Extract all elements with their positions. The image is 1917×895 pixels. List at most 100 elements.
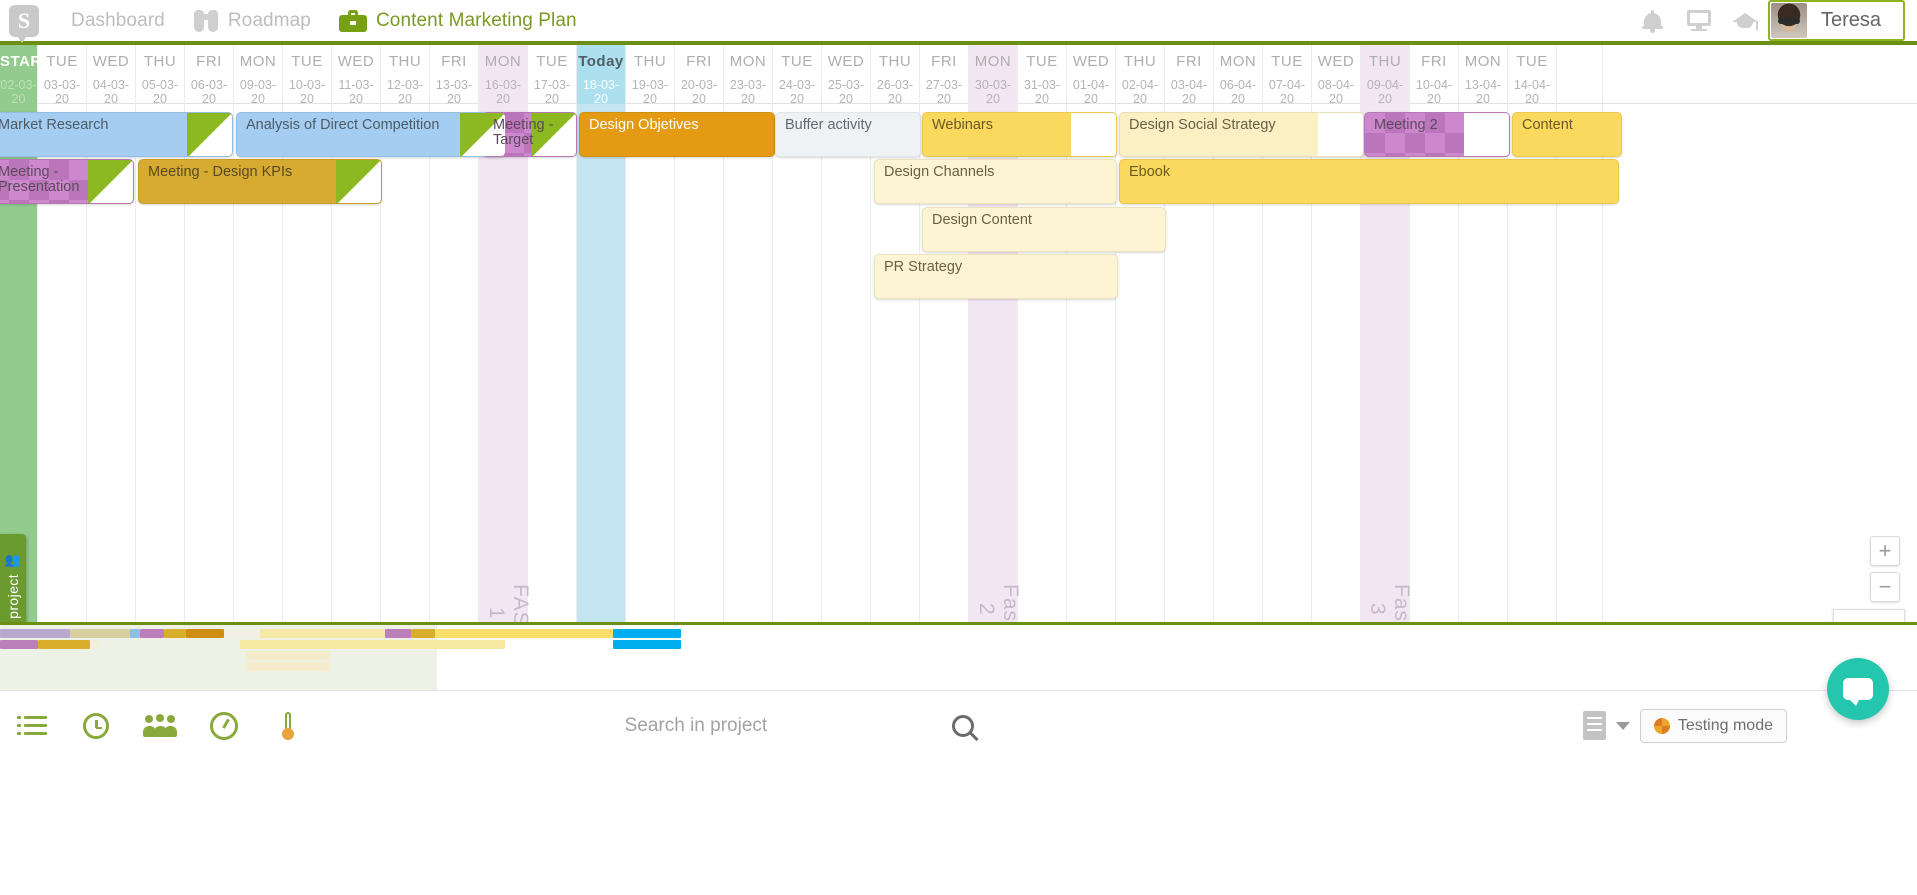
list-view-button[interactable] [0,691,64,761]
timeline-day-09-03-20[interactable]: MON 09-03-20 [234,45,283,106]
header-actions: Teresa [1630,0,1917,43]
day-date: 17-03-20 [533,78,571,106]
notifications-button[interactable] [1630,0,1676,43]
nav-item-dashboard[interactable]: Dashboard [48,0,179,43]
task-label: Design Objetives [589,117,699,133]
gantt-chart-area[interactable]: W 10W 11W 12W 13W 14W 15W 16 FASE 1Fase … [0,104,1917,622]
task-bar[interactable]: Content [1512,112,1622,157]
timeline-day-17-03-20[interactable]: TUE 17-03-20 [528,45,577,106]
chat-support-button[interactable] [1827,658,1889,720]
task-bar[interactable]: Webinars [922,112,1117,157]
timeline-day-06-04-20[interactable]: MON 06-04-20 [1214,45,1263,106]
day-date: 04-03-20 [92,78,130,106]
timeline-day-11-03-20[interactable]: WED 11-03-20 [332,45,381,106]
nav-item-roadmap[interactable]: Roadmap [179,0,325,43]
day-of-week: MON [239,53,277,70]
task-bar[interactable]: Meeting - Design KPIs [138,159,382,204]
grid-column [381,104,430,622]
day-date: 01-04-20 [1072,78,1110,106]
timeline-day-04-03-20[interactable]: WED 04-03-20 [87,45,136,106]
progress-button[interactable] [256,691,320,761]
timeline-day-03-03-20[interactable]: TUE 03-03-20 [38,45,87,106]
thermometer-icon [282,711,294,740]
timeline-day-10-04-20[interactable]: FRI 10-04-20 [1410,45,1459,106]
timeline-day-16-03-20[interactable]: MON 16-03-20 [479,45,528,106]
timeline-day-26-03-20[interactable]: THU 26-03-20 [871,45,920,106]
team-button[interactable] [128,691,192,761]
task-bar[interactable]: Meeting - Presentation [0,159,134,204]
zoom-out-button[interactable]: − [1870,572,1900,602]
task-bar[interactable]: Buffer activity [775,112,921,157]
nav-item-project[interactable]: Content Marketing Plan [325,0,591,43]
minimap-bar [70,629,130,638]
learning-button[interactable] [1722,0,1768,43]
day-of-week: TUE [1516,53,1548,70]
timeline-day-13-04-20[interactable]: MON 13-04-20 [1459,45,1508,106]
day-date: 11-03-20 [338,78,374,106]
invite-to-project-tab[interactable]: 👥 Invite to project [0,534,26,622]
task-bar[interactable]: PR Strategy [874,254,1118,299]
timeline-day-25-03-20[interactable]: WED 25-03-20 [822,45,871,106]
timesheet-button[interactable] [64,691,128,761]
minimap-bar [260,629,385,638]
task-bar[interactable]: Design Objetives [579,112,775,157]
timeline-day-07-04-20[interactable]: TUE 07-04-20 [1263,45,1312,106]
workload-button[interactable] [192,691,256,761]
day-date: 19-03-20 [631,78,669,106]
day-of-week: TUE [46,53,78,70]
timeline-day-08-04-20[interactable]: WED 08-04-20 [1312,45,1361,106]
timeline-day-12-03-20[interactable]: THU 12-03-20 [381,45,430,106]
task-label: Meeting - Design KPIs [148,164,293,180]
grid-column [577,104,626,622]
user-menu[interactable]: Teresa [1767,0,1905,41]
minimap-overview[interactable] [0,622,1917,690]
timeline-day-20-03-20[interactable]: FRI 20-03-20 [675,45,724,106]
task-bar[interactable]: Design Content [922,207,1166,252]
timeline-day-10-03-20[interactable]: TUE 10-03-20 [283,45,332,106]
screen-button[interactable] [1676,0,1722,43]
testing-mode-button[interactable]: Testing mode [1639,708,1787,743]
timeline-day-13-03-20[interactable]: FRI 13-03-20 [430,45,479,106]
grid-column [675,104,724,622]
minimap-bar [240,640,505,649]
task-bar[interactable]: Design Channels [874,159,1117,204]
day-of-week: THU [878,53,912,70]
task-label: Design Channels [884,164,995,180]
chevron-down-icon[interactable] [1615,721,1630,730]
timeline-day-05-03-20[interactable]: THU 05-03-20 [136,45,185,106]
search-icon[interactable] [951,714,974,737]
binoculars-icon [193,9,219,32]
timeline-day-27-03-20[interactable]: FRI 27-03-20 [920,45,969,106]
timeline-day-02-03-20[interactable]: START 02-03-20 [0,45,52,106]
app-logo[interactable]: S [0,0,48,43]
day-of-week: FRI [686,53,712,70]
minimap-bar [411,629,435,638]
task-bar[interactable]: Market Research [0,112,233,157]
task-bar[interactable]: Meeting 2 [1364,112,1510,157]
task-bar[interactable]: Ebook [1119,159,1619,204]
search-input[interactable] [624,714,890,737]
task-label: Meeting 2 [1374,117,1438,133]
timeline-day-30-03-20[interactable]: MON 30-03-20 [969,45,1018,106]
day-of-week: START [0,53,52,70]
timeline-day-19-03-20[interactable]: THU 19-03-20 [626,45,675,106]
timeline-day-23-03-20[interactable]: MON 23-03-20 [724,45,773,106]
timeline-day-14-04-20[interactable]: TUE 14-04-20 [1508,45,1557,106]
gauge-icon [210,711,238,740]
timeline-day-col32[interactable] [1557,45,1603,104]
timeline-day-18-03-20[interactable]: Today 18-03-20 [577,45,626,106]
monitor-icon [1686,10,1711,31]
timeline-day-03-04-20[interactable]: FRI 03-04-20 [1165,45,1214,106]
timeline-day-02-04-20[interactable]: THU 02-04-20 [1116,45,1165,106]
timeline-day-24-03-20[interactable]: TUE 24-03-20 [773,45,822,106]
timeline-day-06-03-20[interactable]: FRI 06-03-20 [185,45,234,106]
day-date: 16-03-20 [484,78,522,106]
document-icon[interactable] [1582,711,1606,740]
day-date [1557,53,1602,61]
timeline-day-31-03-20[interactable]: TUE 31-03-20 [1018,45,1067,106]
timeline-day-09-04-20[interactable]: THU 09-04-20 [1361,45,1410,106]
task-bar[interactable]: Analysis of Direct Competition [236,112,506,157]
zoom-in-button[interactable]: + [1870,536,1900,566]
task-bar[interactable]: Design Social Strategy [1119,112,1364,157]
timeline-day-01-04-20[interactable]: WED 01-04-20 [1067,45,1116,106]
